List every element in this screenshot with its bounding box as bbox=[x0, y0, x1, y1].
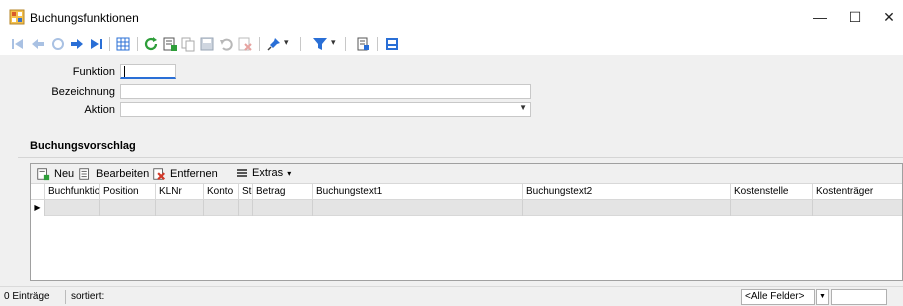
new-record-icon[interactable] bbox=[162, 36, 178, 52]
aktion-select[interactable]: ▼ bbox=[120, 102, 531, 117]
table-cell[interactable] bbox=[156, 200, 204, 216]
section-divider bbox=[18, 157, 903, 158]
new-label: Neu bbox=[54, 168, 75, 180]
column-header[interactable]: Position bbox=[100, 184, 156, 200]
extras-label: Extras bbox=[252, 167, 284, 179]
row-marker-header bbox=[31, 184, 45, 200]
main-toolbar: ▾ ▾ bbox=[0, 34, 903, 54]
window-title: Buchungsfunktionen bbox=[30, 11, 139, 25]
next-record-icon[interactable] bbox=[69, 36, 85, 52]
column-header[interactable]: Kostenträger bbox=[813, 184, 902, 200]
content-area: Funktion Bezeichnung Aktion ▼ Buchungsvo… bbox=[0, 55, 903, 286]
filter-dropdown-arrow[interactable]: ▾ bbox=[331, 37, 336, 48]
bezeichnung-input[interactable] bbox=[120, 84, 531, 99]
column-header[interactable]: Konto bbox=[204, 184, 239, 200]
last-record-icon[interactable] bbox=[88, 36, 104, 52]
copy-icon[interactable] bbox=[180, 36, 196, 52]
remove-button[interactable]: Entfernen bbox=[152, 167, 218, 181]
extras-menu-button[interactable]: Extras ▾ bbox=[236, 167, 291, 179]
delete-icon[interactable] bbox=[237, 36, 253, 52]
table-cell[interactable] bbox=[731, 200, 813, 216]
field-filter-dropdown[interactable]: ▼ bbox=[816, 289, 829, 305]
pin-icon[interactable] bbox=[266, 36, 282, 52]
status-bar: 0 Einträge sortiert: <Alle Felder> ▼ bbox=[0, 286, 903, 306]
extras-dropdown-arrow: ▾ bbox=[287, 168, 292, 178]
grid-toolbar: Neu Bearbeiten Entfernen Extras ▾ bbox=[31, 164, 902, 184]
column-header[interactable]: KLNr bbox=[156, 184, 204, 200]
aktion-dropdown-arrow[interactable]: ▼ bbox=[519, 103, 527, 112]
funktion-input[interactable] bbox=[120, 64, 176, 79]
reload-icon[interactable] bbox=[143, 36, 159, 52]
record-count: 0 Einträge bbox=[4, 291, 50, 302]
filter-icon[interactable] bbox=[312, 36, 328, 52]
previous-record-icon[interactable] bbox=[30, 36, 46, 52]
table-cell[interactable] bbox=[45, 200, 100, 216]
text-cursor bbox=[124, 66, 125, 77]
table-cell[interactable] bbox=[813, 200, 902, 216]
refresh-disabled-icon[interactable] bbox=[50, 36, 66, 52]
field-filter-value: <Alle Felder> bbox=[745, 291, 805, 302]
table-cell[interactable] bbox=[313, 200, 523, 216]
edit-button[interactable]: Bearbeiten bbox=[78, 167, 149, 181]
table-row[interactable]: ▶ bbox=[31, 200, 902, 216]
column-header[interactable]: Buchfunktio bbox=[45, 184, 100, 200]
grid-header: Buchfunktio Position KLNr Konto Ste Betr… bbox=[31, 184, 902, 200]
column-header[interactable]: Betrag bbox=[253, 184, 313, 200]
new-icon bbox=[37, 168, 50, 181]
info-icon[interactable] bbox=[384, 36, 400, 52]
app-icon bbox=[9, 9, 25, 25]
remove-label: Entfernen bbox=[170, 168, 218, 180]
column-header[interactable]: Kostenstelle bbox=[731, 184, 813, 200]
table-cell[interactable] bbox=[100, 200, 156, 216]
first-record-icon[interactable] bbox=[10, 36, 26, 52]
column-header[interactable]: Ste bbox=[239, 184, 253, 200]
column-header[interactable]: Buchungstext2 bbox=[523, 184, 731, 200]
edit-icon bbox=[79, 168, 89, 180]
title-bar: Buchungsfunktionen — ☐ ✕ bbox=[0, 0, 903, 34]
table-cell[interactable] bbox=[204, 200, 239, 216]
field-filter-select[interactable]: <Alle Felder> bbox=[741, 289, 815, 305]
close-button[interactable]: ✕ bbox=[866, 0, 903, 34]
buchungsvorschlag-grid: Neu Bearbeiten Entfernen Extras ▾ Buchfu… bbox=[30, 163, 903, 281]
column-header[interactable]: Buchungstext1 bbox=[313, 184, 523, 200]
chevron-down-icon: ▼ bbox=[819, 293, 826, 300]
table-cell[interactable] bbox=[253, 200, 313, 216]
table-cell[interactable] bbox=[523, 200, 731, 216]
buchungsvorschlag-header: Buchungsvorschlag bbox=[30, 140, 136, 152]
bezeichnung-label: Bezeichnung bbox=[51, 86, 115, 98]
row-marker: ▶ bbox=[31, 200, 45, 216]
sort-status: sortiert: bbox=[71, 291, 105, 302]
document-icon[interactable] bbox=[355, 36, 371, 52]
pin-dropdown-arrow[interactable]: ▾ bbox=[284, 37, 289, 48]
filter-input[interactable] bbox=[831, 289, 887, 305]
remove-icon bbox=[153, 168, 166, 181]
new-button[interactable]: Neu bbox=[36, 167, 74, 181]
save-icon[interactable] bbox=[199, 36, 215, 52]
funktion-label: Funktion bbox=[72, 66, 115, 78]
menu-lines-icon bbox=[237, 169, 247, 177]
table-cell[interactable] bbox=[239, 200, 253, 216]
aktion-label: Aktion bbox=[84, 104, 115, 116]
undo-icon[interactable] bbox=[218, 36, 234, 52]
edit-label: Bearbeiten bbox=[96, 168, 150, 180]
table-view-icon[interactable] bbox=[115, 36, 131, 52]
